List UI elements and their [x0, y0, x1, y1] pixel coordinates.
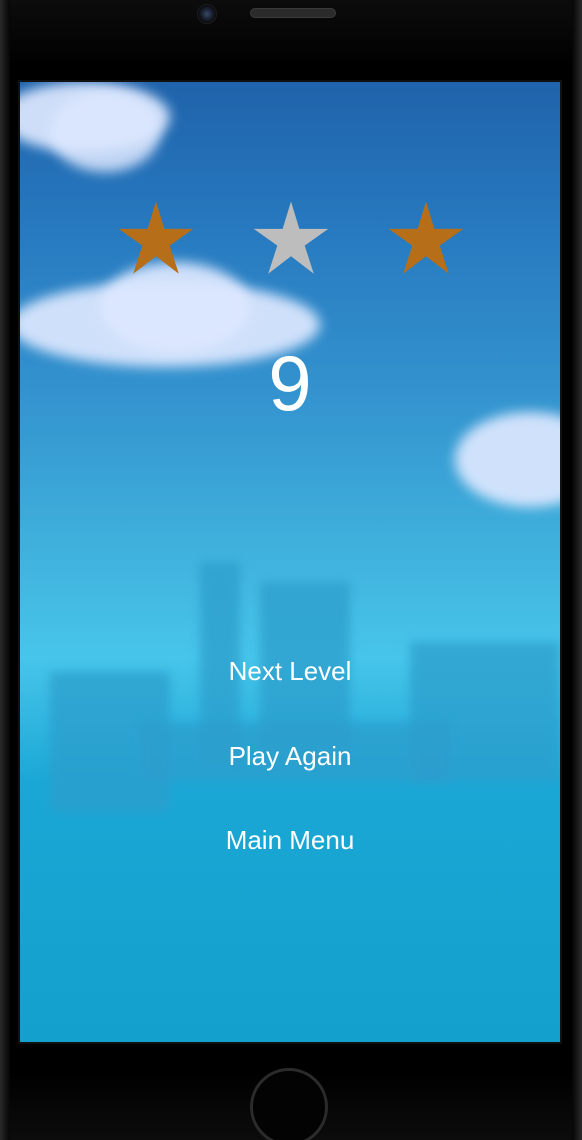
- cloud-top-left-puff: [50, 92, 160, 172]
- star-2-shape: [253, 201, 329, 274]
- speaker-grille: [250, 8, 336, 18]
- play-again-button[interactable]: Play Again: [20, 741, 560, 772]
- star-rating: [20, 200, 560, 280]
- phone-edge-left: [0, 0, 10, 1140]
- phone-edge-right: [572, 0, 582, 1140]
- next-level-button[interactable]: Next Level: [20, 656, 560, 687]
- game-screen: 9 Next Level Play Again Main Menu: [18, 80, 562, 1044]
- score-value: 9: [268, 339, 312, 427]
- star-3-shape: [388, 201, 464, 274]
- star-1-shape: [118, 201, 194, 274]
- star-icon-2: [253, 201, 329, 274]
- phone-frame: 9 Next Level Play Again Main Menu: [0, 0, 582, 1140]
- main-menu-button[interactable]: Main Menu: [20, 825, 560, 856]
- star-icon-1: [118, 201, 194, 274]
- star-icon-3: [388, 201, 464, 274]
- cloud-right: [455, 412, 560, 507]
- home-button-icon[interactable]: [250, 1068, 328, 1140]
- camera-icon: [197, 4, 217, 24]
